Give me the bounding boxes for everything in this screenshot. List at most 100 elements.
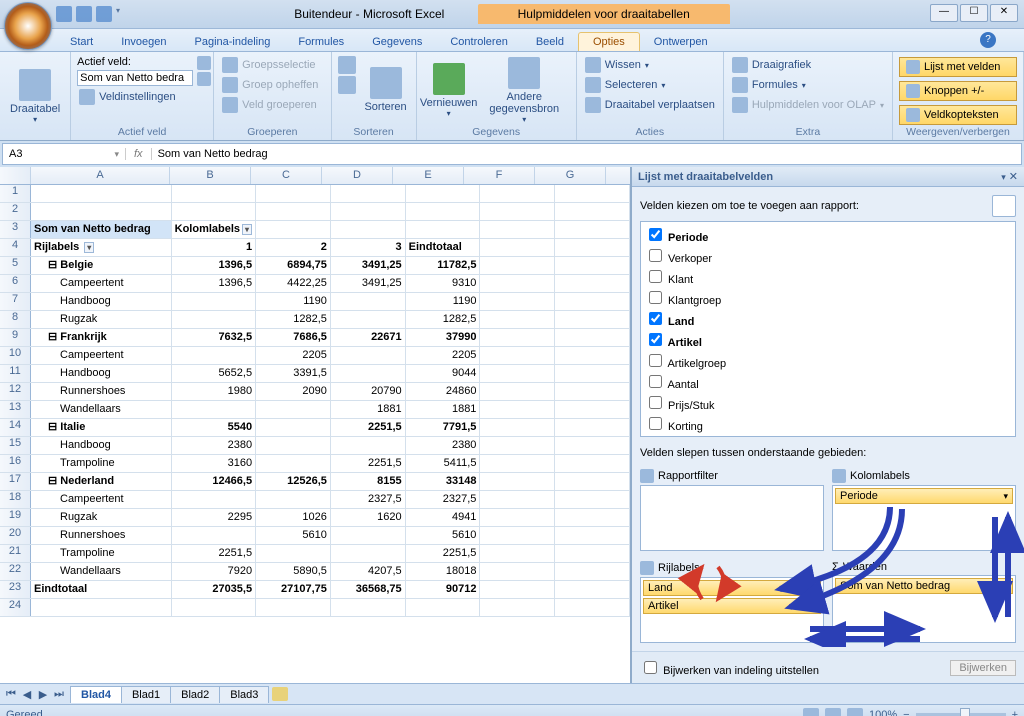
cell[interactable]: 1620 (331, 509, 406, 526)
row-header[interactable]: 11 (0, 365, 31, 382)
cell[interactable] (555, 455, 630, 472)
field-periode[interactable]: Periode (643, 224, 1013, 245)
cell[interactable] (172, 527, 256, 544)
row-header[interactable]: 16 (0, 455, 31, 472)
cell[interactable] (480, 509, 555, 526)
cell[interactable] (480, 347, 555, 364)
sort-za-icon[interactable] (338, 76, 356, 94)
cell[interactable]: Campeertent (31, 491, 172, 508)
tab-start[interactable]: Start (56, 33, 107, 51)
cell[interactable] (172, 491, 256, 508)
area-filter-box[interactable] (640, 485, 824, 551)
cell[interactable]: Runnershoes (31, 383, 172, 400)
cell[interactable]: 1026 (256, 509, 331, 526)
row-header[interactable]: 13 (0, 401, 31, 418)
col-header-F[interactable]: F (464, 167, 535, 184)
cell[interactable] (480, 455, 555, 472)
cell[interactable] (172, 293, 256, 310)
field-klant[interactable]: Klant (643, 266, 1013, 287)
cell[interactable]: Kolomlabels▾ (172, 221, 256, 238)
cell[interactable]: ⊟ Italie (31, 419, 172, 436)
row-header[interactable]: 21 (0, 545, 31, 562)
cell[interactable] (555, 563, 630, 580)
cell[interactable] (555, 383, 630, 400)
cell[interactable] (256, 419, 331, 436)
cell[interactable] (406, 599, 481, 616)
collapse-icon[interactable] (197, 72, 211, 86)
row-header[interactable]: 12 (0, 383, 31, 400)
pivottable-button[interactable]: Draaitabel▾ (6, 54, 64, 138)
field-settings-button[interactable]: Veldinstellingen (77, 88, 193, 106)
tab-opties[interactable]: Opties (578, 32, 640, 51)
cell[interactable] (480, 365, 555, 382)
cell[interactable]: 2327,5 (331, 491, 406, 508)
cell[interactable]: 7791,5 (406, 419, 481, 436)
cell[interactable]: 4422,25 (256, 275, 331, 292)
cell[interactable] (555, 311, 630, 328)
close-button[interactable]: ✕ (990, 4, 1018, 22)
cell[interactable]: 5610 (406, 527, 481, 544)
row-header[interactable]: 3 (0, 221, 31, 238)
help-icon[interactable]: ? (980, 32, 996, 48)
cell[interactable] (480, 275, 555, 292)
cell[interactable]: 1881 (331, 401, 406, 418)
tab-beeld[interactable]: Beeld (522, 33, 578, 51)
cell[interactable] (331, 437, 406, 454)
cell[interactable] (172, 599, 256, 616)
cell[interactable]: 7632,5 (172, 329, 256, 346)
cell[interactable]: 6894,75 (256, 257, 331, 274)
cell[interactable]: 1190 (406, 293, 481, 310)
undo-icon[interactable] (76, 6, 92, 22)
cell[interactable] (555, 401, 630, 418)
cell[interactable] (331, 185, 406, 202)
cell[interactable]: 1396,5 (172, 275, 256, 292)
row-header[interactable]: 6 (0, 275, 31, 292)
cell[interactable] (480, 293, 555, 310)
tab-formules[interactable]: Formules (284, 33, 358, 51)
zoom-out-icon[interactable]: − (903, 709, 909, 716)
cell[interactable] (331, 365, 406, 382)
cell[interactable]: Eindtotaal (406, 239, 481, 256)
cell[interactable] (331, 545, 406, 562)
cell[interactable]: 36568,75 (331, 581, 406, 598)
new-sheet-icon[interactable] (272, 687, 288, 701)
cell[interactable] (555, 365, 630, 382)
formulas-button[interactable]: Formules ▾ (730, 76, 886, 94)
cell[interactable]: 5411,5 (406, 455, 481, 472)
col-header-B[interactable]: B (170, 167, 251, 184)
cell[interactable]: ⊟ Belgie (31, 257, 172, 274)
next-sheet-icon[interactable]: ▶ (36, 688, 50, 701)
cell[interactable] (172, 347, 256, 364)
cell[interactable]: Som van Netto bedrag (31, 221, 172, 238)
cell[interactable] (555, 419, 630, 436)
update-button[interactable]: Bijwerken (950, 660, 1016, 676)
cell[interactable] (555, 347, 630, 364)
cell[interactable]: 5652,5 (172, 365, 256, 382)
cell[interactable]: Campeertent (31, 275, 172, 292)
cell[interactable]: 12526,5 (256, 473, 331, 490)
layout-options-icon[interactable] (992, 195, 1016, 217)
cell[interactable]: 3160 (172, 455, 256, 472)
cell[interactable]: ⊟ Frankrijk (31, 329, 172, 346)
cell[interactable]: 20790 (331, 383, 406, 400)
cell[interactable] (331, 527, 406, 544)
cell[interactable]: Campeertent (31, 347, 172, 364)
cell[interactable] (555, 581, 630, 598)
row-header[interactable]: 1 (0, 185, 31, 202)
buttons-toggle[interactable]: Knoppen +/- (899, 81, 1017, 101)
cell[interactable]: Rugzak (31, 311, 172, 328)
active-field-input[interactable] (77, 70, 193, 86)
cell[interactable]: 2251,5 (331, 455, 406, 472)
cell[interactable] (31, 203, 172, 220)
row-header[interactable]: 20 (0, 527, 31, 544)
cell[interactable]: 8155 (331, 473, 406, 490)
sheet-tab-blad2[interactable]: Blad2 (170, 686, 220, 703)
datasource-button[interactable]: Andere gegevensbron▾ (479, 54, 570, 126)
cell[interactable] (256, 401, 331, 418)
cell[interactable] (480, 437, 555, 454)
field-pill[interactable]: Artikel (643, 598, 821, 614)
zoom-level[interactable]: 100% (869, 709, 897, 716)
cell[interactable]: 2205 (256, 347, 331, 364)
cell[interactable]: 2251,5 (172, 545, 256, 562)
formula-bar[interactable]: Som van Netto bedrag (152, 148, 1021, 160)
